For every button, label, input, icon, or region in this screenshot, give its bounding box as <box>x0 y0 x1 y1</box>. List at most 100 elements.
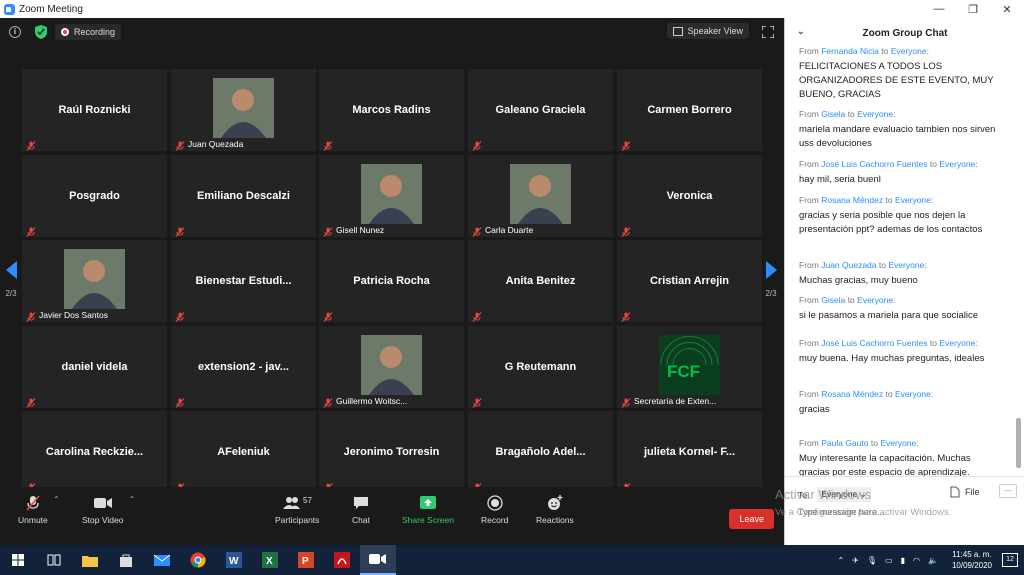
participant-tile[interactable]: Cristian Arrejin <box>617 240 762 322</box>
taskbar-acrobat[interactable] <box>324 545 360 575</box>
clock-date: 10/09/2020 <box>951 561 992 570</box>
speaker-view-button[interactable]: Speaker View <box>666 23 749 39</box>
participant-name: Juan Quezada <box>188 139 244 149</box>
participant-tile[interactable]: extension2 - jav... <box>171 326 316 408</box>
minimize-icon[interactable]: — <box>922 3 956 15</box>
start-button[interactable] <box>0 545 36 575</box>
chevron-down-icon[interactable]: ⌄ <box>797 26 805 37</box>
battery-icon[interactable]: ▮ <box>901 556 905 565</box>
participant-tile[interactable]: Carla Duarte <box>468 155 613 237</box>
participant-tile[interactable]: Veronica <box>617 155 762 237</box>
volume-icon[interactable]: 🔈 <box>928 556 938 565</box>
participant-tile[interactable]: Carmen Borrero <box>617 69 762 151</box>
chat-messages[interactable]: From Fernanda Nicia to Everyone: FELICITA… <box>785 48 1024 478</box>
participant-tile[interactable]: Patricia Rocha <box>319 240 464 322</box>
info-icon[interactable]: i <box>9 26 21 38</box>
taskbar-store[interactable] <box>108 545 144 575</box>
mic-muted-icon <box>175 224 185 237</box>
chat-composer: To: Everyone ⌄ File ··· Activar Windows … <box>775 476 1024 545</box>
from-word: From <box>799 195 819 205</box>
participant-tile[interactable]: Anita Benitez <box>468 240 613 322</box>
recording-indicator[interactable]: Recording <box>55 24 122 40</box>
chat-message-input[interactable] <box>798 507 1003 517</box>
taskbar-file-explorer[interactable] <box>72 545 108 575</box>
taskbar-zoom[interactable] <box>360 545 396 575</box>
to-word: to <box>929 338 937 348</box>
close-icon[interactable]: ✕ <box>990 3 1024 16</box>
previous-page-button[interactable]: 2/3 <box>0 247 22 313</box>
shield-icon[interactable] <box>35 25 47 39</box>
chevron-up-icon[interactable]: ⌃ <box>53 495 60 504</box>
participant-tile[interactable]: Galeano Graciela <box>468 69 613 151</box>
taskbar-word[interactable]: W <box>216 545 252 575</box>
participant-tile[interactable]: Posgrado <box>22 155 167 237</box>
participant-name: Galeano Graciela <box>495 104 586 116</box>
participant-tile[interactable]: FCF Secretaría de Exten... <box>617 326 762 408</box>
chat-message: From Paula Gauto to Everyone: Muy interes… <box>799 438 999 478</box>
task-view-button[interactable] <box>36 545 72 575</box>
task-view-icon <box>47 554 61 566</box>
reactions-button[interactable]: Reactions <box>536 495 574 525</box>
mic-muted-icon <box>621 138 631 151</box>
participant-tile[interactable]: Guillermo Woitsc... <box>319 326 464 408</box>
participant-tile[interactable]: Jeronimo Torresin <box>319 411 464 493</box>
restore-icon[interactable]: ❐ <box>956 3 990 16</box>
to-word: to <box>881 48 889 56</box>
participant-tile[interactable]: daniel videla <box>22 326 167 408</box>
fullscreen-icon[interactable] <box>762 26 774 38</box>
participant-tile[interactable]: Emiliano Descalzi <box>171 155 316 237</box>
unmute-button[interactable]: Unmute ⌃ <box>18 495 60 525</box>
chat-button[interactable]: Chat <box>352 495 370 525</box>
participant-tile[interactable]: Gisell Nunez <box>319 155 464 237</box>
microphone-icon[interactable]: 🎙 <box>867 556 877 565</box>
participant-tile[interactable]: Carolina Reckzie... <box>22 411 167 493</box>
participant-tile[interactable]: Juan Quezada <box>171 69 316 151</box>
tray-app-icon[interactable]: ✈ <box>852 556 859 565</box>
file-label: File <box>965 487 980 497</box>
chevron-up-icon[interactable]: ⌃ <box>129 495 136 504</box>
message-sender: Fernanda Nicia <box>821 48 879 56</box>
share-screen-button[interactable]: Share Screen <box>402 495 454 525</box>
excel-icon: X <box>262 552 278 568</box>
taskbar-mail[interactable] <box>144 545 180 575</box>
participant-tile[interactable]: G Reutemann <box>468 326 613 408</box>
page-indicator-right: 2/3 <box>765 289 777 298</box>
participant-tile[interactable]: Raúl Roznicki <box>22 69 167 151</box>
mic-muted-icon <box>621 395 631 408</box>
participant-tile[interactable]: Javier Dos Santos <box>22 240 167 322</box>
system-clock[interactable]: 11:45 a. m. 10/09/2020 <box>952 549 992 571</box>
taskbar-excel[interactable]: X <box>252 545 288 575</box>
chevron-up-icon[interactable]: ⌃ <box>837 556 844 565</box>
participant-tile[interactable]: julieta Kornel- F... <box>617 411 762 493</box>
file-button[interactable]: File <box>950 486 980 498</box>
participant-tile[interactable]: Bienestar Estudi... <box>171 240 316 322</box>
participants-button[interactable]: 57 Participants <box>275 495 319 525</box>
wifi-icon[interactable]: ◠ <box>913 556 920 565</box>
chat-message: From Juan Quezada to Everyone: Muchas gra… <box>799 260 999 288</box>
participant-tile[interactable]: Bragañolo Adel... <box>468 411 613 493</box>
chat-message: From Rosana Méndez to Everyone: gracias <box>799 389 999 417</box>
participant-tile[interactable]: AFeleniuk <box>171 411 316 493</box>
chat-message: From Gisela to Everyone: si le pasamos a … <box>799 295 999 323</box>
mic-muted-icon <box>26 309 36 322</box>
next-page-button[interactable]: 2/3 <box>760 247 782 313</box>
chat-bubble-icon <box>353 497 368 509</box>
message-recipient: Everyone <box>939 159 976 169</box>
notifications-button[interactable]: 12 <box>1002 553 1018 567</box>
stop-video-button[interactable]: Stop Video ⌃ <box>82 495 135 525</box>
system-tray: ⌃ ✈ 🎙 ▭ ▮ ◠ 🔈 11:45 a. m. 10/09/2020 12 <box>837 545 1024 575</box>
taskbar-chrome[interactable] <box>180 545 216 575</box>
record-button[interactable]: Record <box>481 495 508 525</box>
more-options-button[interactable]: ··· <box>999 484 1017 498</box>
leave-button[interactable]: Leave <box>729 509 774 529</box>
message-text: si le pasamos a mariela para que sociali… <box>799 310 979 321</box>
participant-video <box>361 335 422 395</box>
tray-network-icon[interactable]: ▭ <box>885 556 893 565</box>
taskbar-powerpoint[interactable]: P <box>288 545 324 575</box>
chat-scrollbar[interactable] <box>1016 418 1021 468</box>
record-icon <box>487 495 503 511</box>
participant-name: daniel videla <box>61 361 128 373</box>
participant-tile[interactable]: Marcos Radins <box>319 69 464 151</box>
zoom-app: Zoom Meeting — ❐ ✕ i Recording Speaker V… <box>0 0 1024 575</box>
recipient-dropdown[interactable]: Everyone ⌄ <box>817 487 871 502</box>
